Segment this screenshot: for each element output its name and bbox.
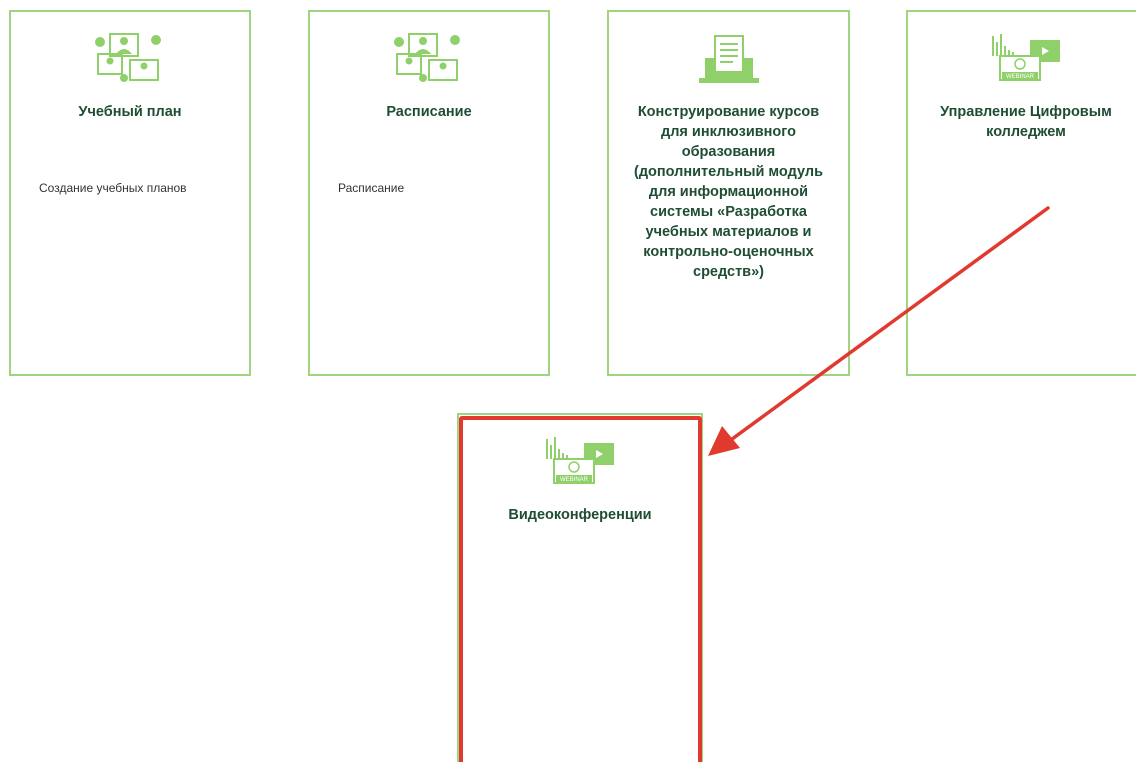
card-title: Видеоконференции — [508, 507, 652, 523]
card-title: Конструирование курсов для инклюзивного … — [634, 104, 823, 280]
card-title: Учебный план — [78, 104, 182, 120]
card-description: Создание учебных планов — [39, 181, 187, 195]
video-conference-people-icon — [95, 33, 161, 82]
module-card-curriculum[interactable]: Учебный план Создание учебных планов — [9, 10, 251, 376]
webinar-label: WEBINAR — [1006, 74, 1035, 80]
webinar-icon: WEBINAR — [546, 437, 614, 484]
module-card-inclusive-courses[interactable]: Конструирование курсов для инклюзивного … — [607, 10, 850, 376]
webinar-icon: WEBINAR — [992, 34, 1060, 81]
laptop-document-icon — [698, 35, 759, 83]
module-card-schedule[interactable]: Расписание Расписание — [308, 10, 550, 376]
card-description: Расписание — [338, 181, 405, 195]
module-card-videoconferences[interactable]: WEBINAR Видеоконференции — [457, 413, 703, 762]
modules-grid: Учебный план Создание учебных планов Рас… — [0, 0, 1136, 762]
video-conference-people-icon — [394, 33, 460, 82]
webinar-label: WEBINAR — [560, 477, 589, 483]
card-title: Расписание — [386, 104, 472, 120]
card-title: Управление Цифровым колледжем — [940, 104, 1112, 140]
module-card-digital-college[interactable]: WEBINAR Управление Цифровым колледжем — [906, 10, 1136, 376]
